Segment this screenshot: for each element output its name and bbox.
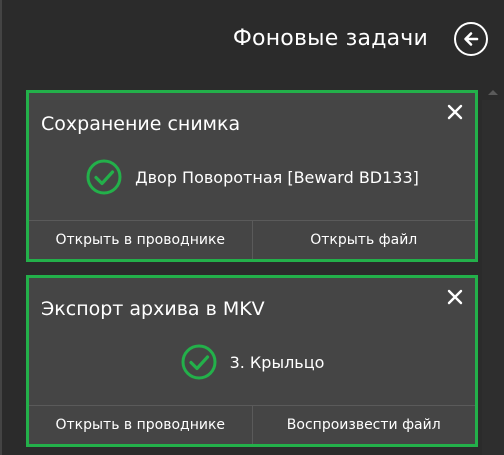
play-file-button[interactable]: Воспроизвести файл <box>251 406 475 444</box>
close-icon[interactable] <box>445 287 465 307</box>
arrow-left-icon <box>464 32 479 46</box>
task-actions: Открыть в проводнике Открыть файл <box>29 220 475 259</box>
back-button[interactable] <box>454 22 488 56</box>
task-actions: Открыть в проводнике Воспроизвести файл <box>29 405 475 444</box>
task-title: Экспорт архива в MKV <box>41 298 265 320</box>
scroll-up-arrow-icon[interactable] <box>482 84 504 100</box>
background-tasks-panel: Фоновые задачи Сохранение снимка Двор По… <box>0 0 504 455</box>
task-card: Экспорт архива в MKV 3. Крыльцо Открыть … <box>26 275 478 447</box>
open-in-explorer-button[interactable]: Открыть в проводнике <box>29 406 252 444</box>
open-file-button[interactable]: Открыть файл <box>251 221 475 259</box>
check-circle-icon <box>181 344 217 380</box>
task-status-text: 3. Крыльцо <box>229 352 325 372</box>
close-icon[interactable] <box>445 102 465 122</box>
task-card: Сохранение снимка Двор Поворотная [Bewar… <box>26 90 478 262</box>
page-title: Фоновые задачи <box>232 26 428 51</box>
check-circle-icon <box>86 159 122 195</box>
task-status: Двор Поворотная [Beward BD133] <box>29 155 475 199</box>
open-in-explorer-button[interactable]: Открыть в проводнике <box>29 221 252 259</box>
task-status-text: Двор Поворотная [Beward BD133] <box>135 167 419 187</box>
task-status: 3. Крыльцо <box>29 340 475 384</box>
task-title: Сохранение снимка <box>41 113 241 135</box>
scrollbar-track[interactable] <box>482 100 504 455</box>
panel-header: Фоновые задачи <box>2 0 504 88</box>
